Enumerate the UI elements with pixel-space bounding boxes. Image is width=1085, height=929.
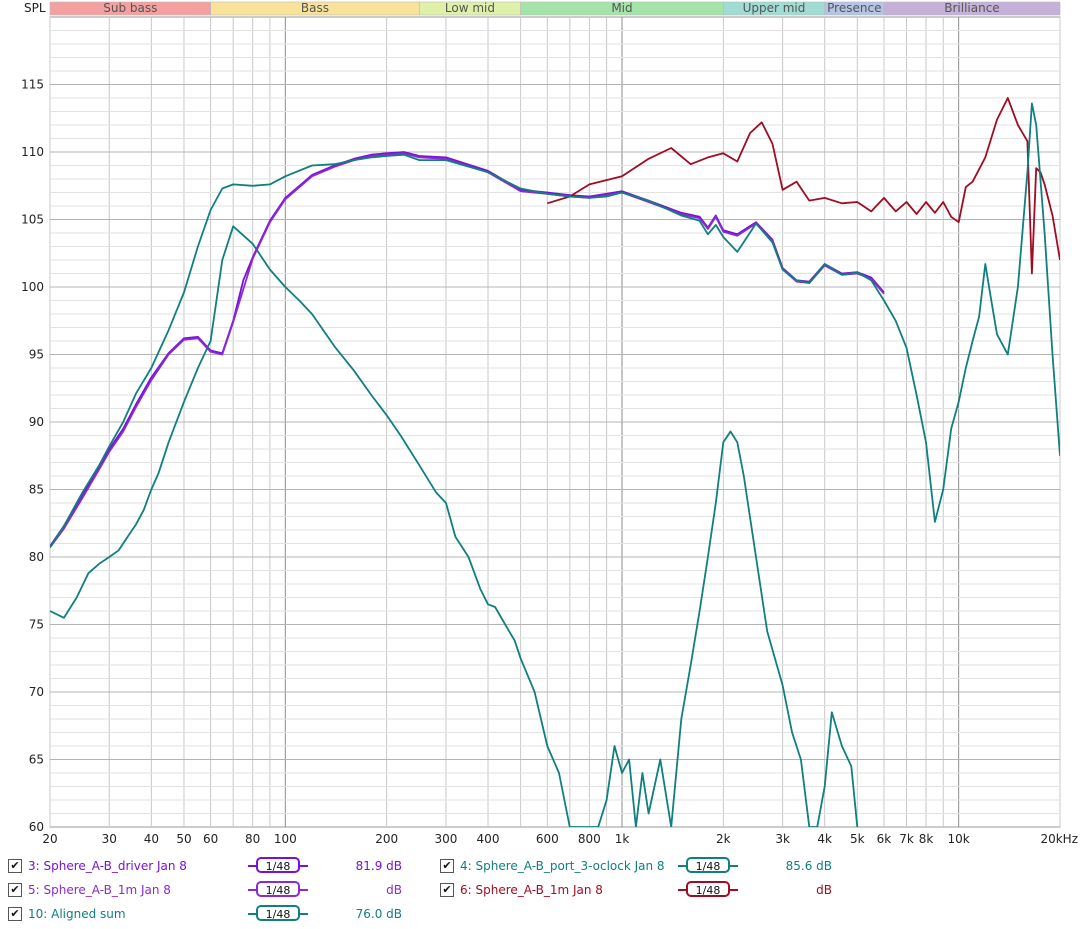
grid-lines [49,17,1061,827]
checkbox-icon[interactable]: ✔ [440,859,454,873]
x-tick-label: 20 [42,832,57,846]
checkbox-icon[interactable]: ✔ [8,907,22,921]
x-tick-label: 50 [176,832,191,846]
legend-value: 81.9 dB [355,859,402,873]
smoothing-badge[interactable]: 1/48 [256,857,300,873]
y-tick-label: 100 [21,280,44,294]
smoothing-badge[interactable]: 1/48 [686,881,730,897]
x-tick-label: 8k [919,832,934,846]
band-label: Brilliance [944,1,999,15]
x-tick-label: 80 [245,832,260,846]
x-tick-label: 20kHz [1040,832,1078,846]
frequency-bands: Sub bass Bass Low mid Mid Upper mid Presence B… [49,1,1061,16]
x-tick-label: 400 [477,832,500,846]
x-tick-label: 10k [948,832,970,846]
x-tick-label: 6k [877,832,892,846]
x-tick-label: 4k [817,832,832,846]
legend-value: dB [386,883,402,897]
y-tick-label: 105 [21,213,44,227]
legend-value: 76.0 dB [355,907,402,921]
legend-label: 10: Aligned sum [28,907,126,921]
legend-item-driver[interactable]: ✔ 3: Sphere_A-B_driver Jan 8 1/48 81.9 d… [8,856,408,876]
smoothing-badge[interactable]: 1/48 [256,905,300,921]
band-label: Mid [611,1,632,15]
x-tick-label: 600 [536,832,559,846]
legend-item-1m-5[interactable]: ✔ 5: Sphere_A-B_1m Jan 8 1/48 dB [8,880,408,900]
x-tick-label: 1k [615,832,630,846]
x-tick-label: 60 [203,832,218,846]
y-tick-labels: 6065707580859095100105110115 [21,78,44,835]
legend-item-aligned-sum[interactable]: ✔ 10: Aligned sum 1/48 76.0 dB [8,904,408,924]
y-tick-label: 95 [29,348,44,362]
legend-label: 6: Sphere_A-B_1m Jan 8 [460,883,603,897]
x-tick-label: 100 [274,832,297,846]
x-tick-label: 800 [578,832,601,846]
y-tick-label: 65 [29,753,44,767]
x-tick-label: 7k [899,832,914,846]
legend-value: 85.6 dB [785,859,832,873]
legend-label: 3: Sphere_A-B_driver Jan 8 [28,859,187,873]
legend-item-port[interactable]: ✔ 4: Sphere_A-B_port_3-oclock Jan 8 1/48… [440,856,840,876]
band-label: Upper mid [743,1,806,15]
x-tick-label: 5k [850,832,865,846]
legend-value: dB [816,883,832,897]
legend-label: 5: Sphere_A-B_1m Jan 8 [28,883,171,897]
band-label: Bass [301,1,329,15]
y-tick-label: 85 [29,483,44,497]
x-tick-label: 3k [775,832,790,846]
checkbox-icon[interactable]: ✔ [8,859,22,873]
band-label: Presence [827,1,881,15]
frequency-response-chart[interactable]: Sub bass Bass Low mid Mid Upper mid Presence B… [0,0,1085,852]
x-tick-labels: 20 30 40 50 60 80 100 200 300 400 600 800 1k 2k 3k 4k 5k… [42,832,1078,846]
checkbox-icon[interactable]: ✔ [8,883,22,897]
legend-item-1m-6[interactable]: ✔ 6: Sphere_A-B_1m Jan 8 1/48 dB [440,880,840,900]
y-tick-label: 80 [29,550,44,564]
y-tick-label: 110 [21,145,44,159]
y-tick-label: 75 [29,618,44,632]
band-label: Low mid [445,1,495,15]
x-tick-label: 40 [144,832,159,846]
x-tick-label: 300 [434,832,457,846]
x-tick-label: 200 [375,832,398,846]
checkbox-icon[interactable]: ✔ [440,883,454,897]
smoothing-badge[interactable]: 1/48 [686,857,730,873]
y-axis-label: SPL [24,1,46,15]
y-tick-label: 90 [29,415,44,429]
y-tick-label: 115 [21,78,44,92]
legend-label: 4: Sphere_A-B_port_3-oclock Jan 8 [460,859,665,873]
y-tick-label: 70 [29,685,44,699]
band-label: Sub bass [103,1,157,15]
smoothing-badge[interactable]: 1/48 [256,881,300,897]
x-tick-label: 2k [716,832,731,846]
x-tick-label: 30 [102,832,117,846]
legend: ✔ 3: Sphere_A-B_driver Jan 8 1/48 81.9 d… [0,856,1085,929]
